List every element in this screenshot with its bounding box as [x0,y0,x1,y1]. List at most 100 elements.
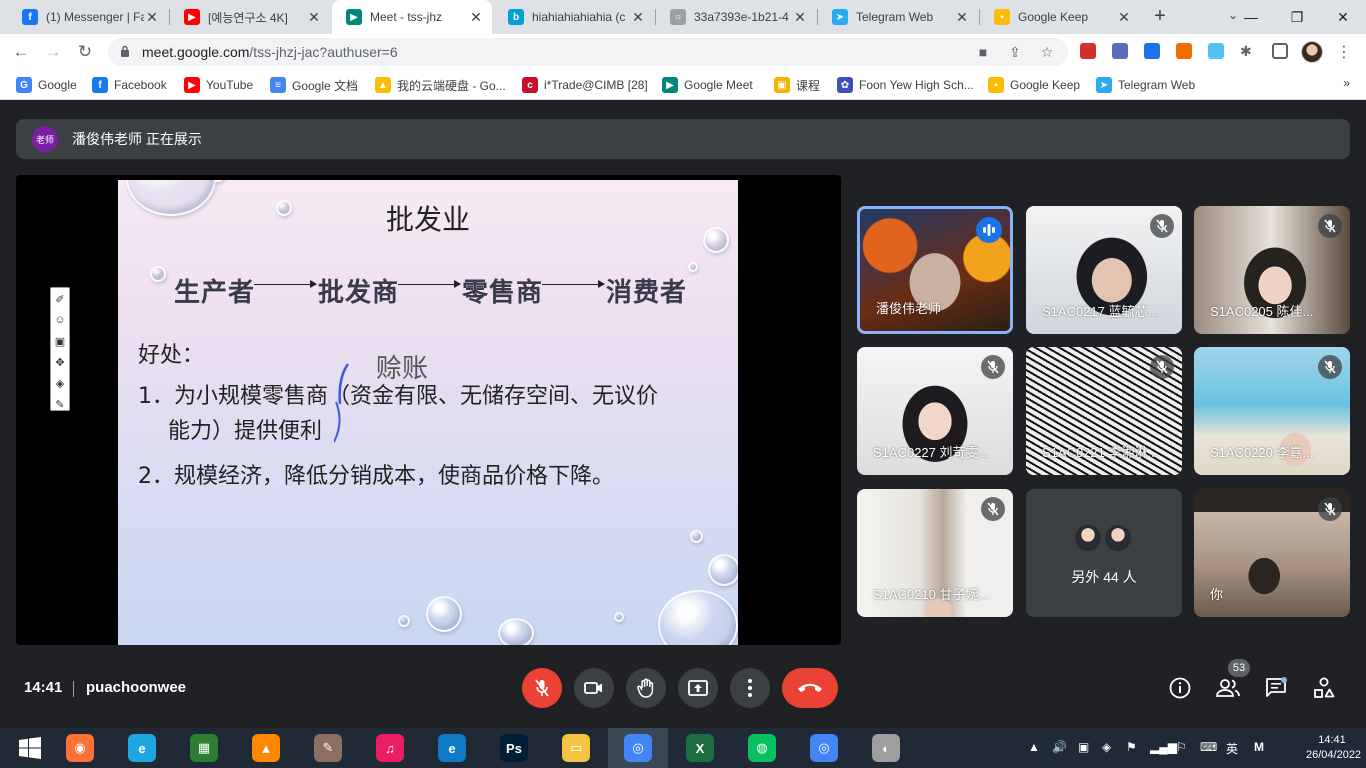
close-tab-icon[interactable]: ✕ [468,9,484,26]
bookmark-star-icon[interactable]: ☆ [1038,44,1056,60]
extension-icon[interactable] [1112,43,1128,59]
leave-call-button[interactable] [782,668,838,708]
bookmark-item[interactable]: G Google [16,76,77,94]
annotate-box-icon[interactable]: ◈ [53,373,67,393]
presentation-stage[interactable]: 批发业 生产者 批发商 零售商 消费者 好处： 赊账 1．为小规模零售商（资金有… [16,175,841,645]
taskbar-app[interactable]: ◎ [608,728,668,768]
tray-package-icon[interactable]: ◈ [1102,740,1111,754]
new-tab-button[interactable]: + [1149,5,1171,29]
taskbar-app[interactable]: e [112,728,172,768]
camera-toggle-button[interactable] [574,668,614,708]
close-tab-icon[interactable]: ✕ [630,9,646,26]
ime-mode-icon[interactable]: M [1254,740,1264,754]
close-tab-icon[interactable]: ✕ [306,9,322,26]
taskbar-app[interactable]: ♫ [360,728,420,768]
participant-tile[interactable]: S1AC0205 陈佳... [1194,206,1350,334]
browser-tab[interactable]: ➤ Telegram Web ✕ [818,0,978,34]
more-bookmarks-icon[interactable]: » [1343,76,1350,90]
url-text[interactable]: meet.google.com/tss-jhzj-jac?authuser=6 [142,44,398,60]
taskbar-app[interactable]: ◐ [856,728,916,768]
taskbar-app[interactable]: ▲ [236,728,296,768]
bookmark-item[interactable]: ➤ Telegram Web [1096,76,1195,94]
address-bar[interactable]: meet.google.com/tss-jhzj-jac?authuser=6 … [108,38,1068,66]
bookmark-item[interactable]: f Facebook [92,76,167,94]
volume-icon[interactable]: 🔊 [1052,740,1067,754]
tray-security-icon[interactable]: ⚑ [1126,740,1137,754]
close-tab-icon[interactable]: ✕ [144,9,160,26]
restore-button[interactable]: ❐ [1274,0,1320,34]
browser-menu-icon[interactable]: ⋮ [1336,42,1352,62]
participant-tile-self[interactable]: 你 [1194,489,1350,617]
bookmark-item[interactable]: ▣ 课程 [774,76,820,94]
taskbar-app[interactable]: ✎ [298,728,358,768]
minimize-button[interactable]: — [1228,0,1274,34]
participant-tile-teacher[interactable]: 潘俊伟老师 [857,206,1013,334]
annotate-move-icon[interactable]: ✥ [53,352,67,372]
taskbar-app[interactable]: ◍ [732,728,792,768]
muted-mic-icon [1318,355,1342,379]
chat-button[interactable] [1264,676,1288,700]
bookmark-item[interactable]: ▶ YouTube [184,76,253,94]
taskbar-clock[interactable]: 14:41 26/04/2022 [1306,733,1361,763]
extension-tools-icon[interactable] [1176,43,1192,59]
meeting-details-button[interactable] [1168,676,1192,700]
back-button[interactable]: ← [10,41,32,63]
share-icon[interactable]: ⇪ [1006,44,1024,60]
input-indicator-icon[interactable]: ⌨ [1200,740,1217,754]
participant-name: S1AC0220 李嘉... [1210,445,1314,460]
annotate-eraser-icon[interactable]: ✎ [53,394,67,414]
participant-tile[interactable]: S1AC0221 李湘淋... [1026,347,1182,475]
tray-app-icon[interactable]: ▣ [1078,740,1089,754]
bookmark-item[interactable]: c i*Trade@CIMB [28] [522,76,648,94]
bookmark-item[interactable]: ✿ Foon Yew High Sch... [837,76,974,94]
activities-button[interactable] [1312,676,1336,700]
close-tab-icon[interactable]: ✕ [792,9,808,26]
close-window-button[interactable]: ✕ [1320,0,1366,34]
browser-tab[interactable]: b hiahiahiahiahia (c ✕ [494,0,654,34]
browser-tab[interactable]: ▪ Google Keep ✕ [980,0,1140,34]
more-options-button[interactable] [730,668,770,708]
network-icon[interactable]: ▂▄▆ [1150,740,1177,754]
profile-avatar[interactable] [1301,41,1323,63]
taskbar-app[interactable]: ◎ [794,728,854,768]
annotate-screen-icon[interactable]: ▣ [53,331,67,351]
taskbar-app[interactable]: ▭ [546,728,606,768]
close-tab-icon[interactable]: ✕ [954,9,970,26]
extension-search-icon[interactable] [1144,43,1160,59]
participant-tile[interactable]: S1AC0220 李嘉... [1194,347,1350,475]
bookmark-item[interactable]: ▶ Google Meet [662,76,753,94]
microphone-toggle-button[interactable] [522,668,562,708]
browser-tab[interactable]: f (1) Messenger | Fa ✕ [8,0,168,34]
participant-tile[interactable]: S1AC0217 蓝毓芯... [1026,206,1182,334]
present-now-button[interactable] [678,668,718,708]
camera-permission-icon[interactable]: ■ [974,44,992,60]
puzzle-extensions-icon[interactable]: ✱ [1240,43,1256,59]
browser-tab[interactable]: ▶ [예능연구소 4K] ✕ [170,0,330,34]
taskbar-app[interactable]: ◉ [50,728,110,768]
forward-button[interactable]: → [42,41,64,63]
bookmark-item[interactable]: ≡ Google 文档 [270,76,358,94]
extension-cloud-icon[interactable] [1208,43,1224,59]
browser-tab[interactable]: ▶ Meet - tss-jhz ✕ [332,0,492,34]
bookmark-item[interactable]: ▪ Google Keep [988,76,1080,94]
ime-language[interactable]: 英 [1226,740,1238,757]
annotate-pen-icon[interactable]: ✐ [53,289,67,309]
browser-tab[interactable]: ○ 33a7393e-1b21-4 ✕ [656,0,816,34]
taskbar-app[interactable]: Ps [484,728,544,768]
raise-hand-button[interactable] [626,668,666,708]
taskbar-app[interactable]: e [422,728,482,768]
taskbar-app[interactable]: ▦ [174,728,234,768]
side-panel-icon[interactable] [1272,43,1288,59]
reload-button[interactable]: ↻ [74,41,96,63]
close-tab-icon[interactable]: ✕ [1116,9,1132,26]
tray-overflow-icon[interactable]: ▲ [1028,740,1040,754]
people-button[interactable] [1216,676,1240,700]
extension-off-icon[interactable] [1080,43,1096,59]
participant-tile[interactable]: S1AC0210 甘子婉... [857,489,1013,617]
annotate-people-icon[interactable]: ☺ [53,310,67,330]
tray-flag-icon[interactable]: ⚐ [1176,740,1187,754]
taskbar-app[interactable]: X [670,728,730,768]
bookmark-item[interactable]: ▲ 我的云端硬盘 - Go... [375,76,506,94]
participant-tile-others[interactable]: 另外 44 人 [1026,489,1182,617]
participant-tile[interactable]: S1AC0227 刘苛雯... [857,347,1013,475]
